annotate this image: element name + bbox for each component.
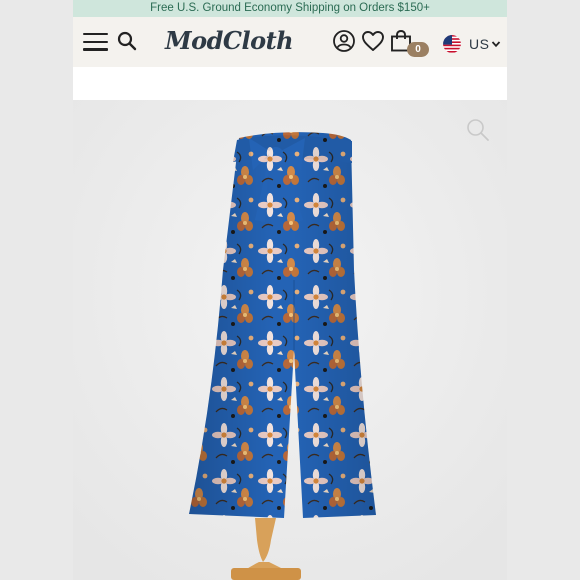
zoom-icon[interactable] — [465, 117, 491, 143]
app-frame: Free U.S. Ground Economy Shipping on Ord… — [73, 0, 507, 580]
locale-selector[interactable]: US — [443, 34, 501, 54]
product-image[interactable] — [73, 100, 507, 580]
promo-banner[interactable]: Free U.S. Ground Economy Shipping on Ord… — [73, 0, 507, 17]
search-icon[interactable] — [117, 31, 137, 51]
promo-text: Free U.S. Ground Economy Shipping on Ord… — [150, 2, 430, 14]
currency-label: US — [469, 36, 490, 52]
chevron-down-icon — [492, 41, 501, 48]
bag-count-badge[interactable]: 0 — [407, 42, 429, 57]
account-icon[interactable] — [332, 29, 356, 53]
product-image-area — [73, 100, 507, 580]
site-header: ModCloth 0 US — [73, 17, 507, 67]
heart-icon[interactable] — [361, 29, 385, 53]
us-flag-icon — [443, 35, 461, 53]
modcloth-logo[interactable]: ModCloth — [165, 26, 294, 55]
header-spacer — [73, 67, 507, 100]
hamburger-menu-icon[interactable] — [83, 33, 108, 51]
